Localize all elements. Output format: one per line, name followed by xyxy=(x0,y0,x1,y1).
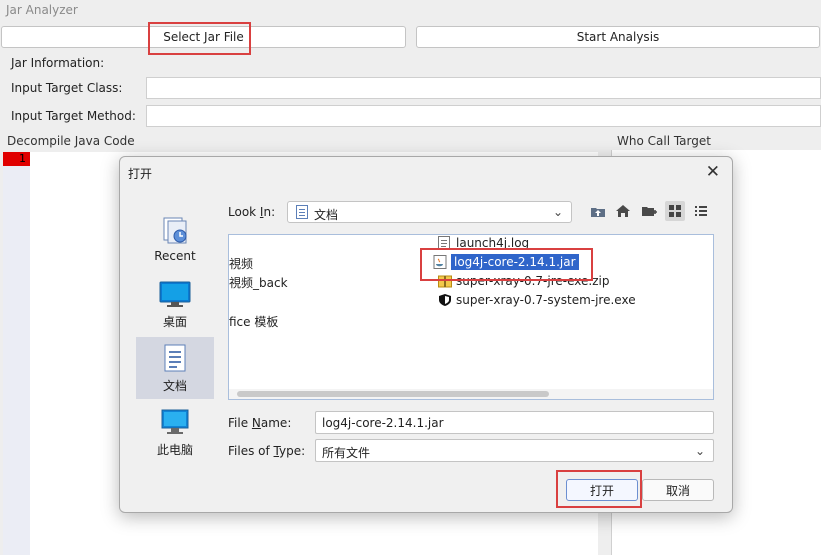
select-jar-highlight xyxy=(148,22,251,55)
cancel-button[interactable]: 取消 xyxy=(642,479,714,501)
file-type-value: 所有文件 xyxy=(322,446,371,460)
decompile-panel-title: Decompile Java Code xyxy=(7,134,135,148)
start-analysis-label: Start Analysis xyxy=(576,30,660,44)
target-class-label: Input Target Class: xyxy=(11,81,123,95)
list-item[interactable]: 視频_back xyxy=(229,274,288,291)
dialog-title: 打开 xyxy=(128,167,153,181)
file-type-label: Files of Type: xyxy=(228,444,306,458)
open-button-highlight xyxy=(556,470,642,508)
place-label: 桌面 xyxy=(162,315,187,329)
list-item[interactable]: super-xray-0.7-system-jre.exe xyxy=(438,293,636,307)
horizontal-scrollbar[interactable] xyxy=(229,389,713,399)
jar-information-label: Jar Information: xyxy=(11,56,105,70)
chevron-down-icon: ⌄ xyxy=(552,205,563,219)
look-in-value: 文档 xyxy=(314,208,339,222)
start-analysis-button[interactable]: Start Analysis xyxy=(416,26,820,48)
desktop-icon xyxy=(159,279,191,312)
target-class-input[interactable] xyxy=(146,77,821,99)
chevron-down-icon: ⌄ xyxy=(694,443,705,458)
up-folder-icon[interactable] xyxy=(588,201,608,221)
file-type-select[interactable]: 所有文件 ⌄ xyxy=(315,439,714,462)
list-item[interactable]: 視频 xyxy=(229,255,253,272)
close-icon[interactable]: ✕ xyxy=(706,162,720,182)
place-recent[interactable]: Recent xyxy=(136,209,214,271)
place-computer[interactable]: 此电脑 xyxy=(136,401,214,463)
target-method-input[interactable] xyxy=(146,105,821,127)
look-in-select[interactable]: 文档 ⌄ xyxy=(287,201,572,223)
line-number-gutter xyxy=(3,152,30,555)
place-label: 文档 xyxy=(162,379,187,393)
place-label: 此电脑 xyxy=(156,443,193,457)
window-title: Jar Analyzer xyxy=(6,3,78,17)
file-name-label: File Name: xyxy=(228,416,292,430)
who-call-panel-title: Who Call Target xyxy=(617,134,711,148)
look-in-label: Look In: xyxy=(228,205,276,219)
list-view-icon[interactable] xyxy=(665,201,685,221)
computer-icon xyxy=(160,407,190,440)
new-folder-icon[interactable] xyxy=(639,201,659,221)
places-sidebar: Recent 桌面 文档 此电脑 xyxy=(136,209,216,465)
documents-icon xyxy=(160,343,190,376)
folder-documents-icon xyxy=(296,205,308,222)
line-number: 1 xyxy=(3,152,30,166)
target-method-label: Input Target Method: xyxy=(11,109,136,123)
file-name-value: log4j-core-2.14.1.jar xyxy=(322,416,444,430)
open-file-dialog: 打开 ✕ Recent 桌面 文档 此电脑 Look In: 文档 ⌄ 視频 視… xyxy=(119,156,733,513)
place-documents[interactable]: 文档 xyxy=(136,337,214,399)
place-desktop[interactable]: 桌面 xyxy=(136,273,214,335)
home-icon[interactable] xyxy=(613,201,633,221)
file-name-input[interactable]: log4j-core-2.14.1.jar xyxy=(315,411,714,434)
details-view-icon[interactable] xyxy=(691,201,711,221)
selected-jar-highlight xyxy=(420,248,593,281)
scrollbar-thumb[interactable] xyxy=(237,391,549,397)
recent-icon xyxy=(160,215,190,248)
list-item[interactable]: fice 模板 xyxy=(229,313,278,330)
place-label: Recent xyxy=(154,249,196,263)
shield-exe-icon xyxy=(438,293,452,307)
